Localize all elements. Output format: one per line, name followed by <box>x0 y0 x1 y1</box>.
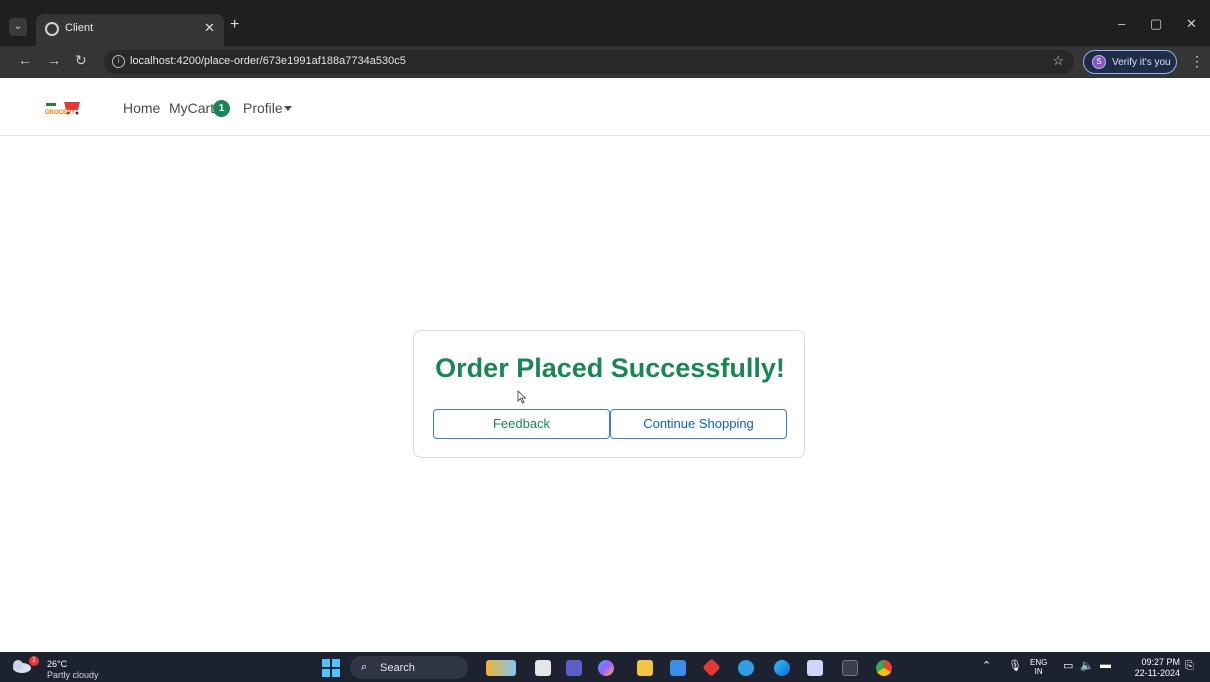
mouse-cursor-icon <box>517 390 527 404</box>
weather-alert-badge: 1 <box>29 656 39 666</box>
site-info-icon[interactable]: i <box>112 55 125 68</box>
task-view-icon[interactable] <box>535 660 551 676</box>
nav-mycart-link[interactable]: MyCart <box>169 100 214 116</box>
url-text: localhost:4200/place-order/673e1991af188… <box>130 55 406 67</box>
language-code: ENG <box>1030 658 1048 667</box>
back-arrow-icon[interactable]: ← <box>18 52 32 68</box>
reload-icon[interactable]: ↻ <box>75 52 87 69</box>
new-tab-plus-icon[interactable]: + <box>230 16 239 34</box>
network-icon[interactable]: ▭ <box>1063 659 1073 672</box>
cart-count-badge: 1 <box>213 100 230 117</box>
language-indicator[interactable]: ENG IN <box>1030 658 1047 676</box>
continue-shopping-button[interactable]: Continue Shopping <box>610 409 787 439</box>
feedback-button[interactable]: Feedback <box>433 409 610 439</box>
notification-bell-icon[interactable]: ⎘ <box>1185 660 1194 673</box>
browser-tab-strip: ⌄ Client ✕ + – ▢ ✕ <box>0 0 1210 46</box>
profile-avatar-icon: S <box>1092 55 1106 69</box>
teams-icon[interactable] <box>566 660 582 676</box>
taskbar-search-box[interactable]: ⌕ Search <box>350 656 468 679</box>
microphone-icon[interactable]: 🎙 <box>1008 659 1022 672</box>
show-hidden-icons-chevron-icon[interactable]: ⌃ <box>982 659 991 672</box>
tab-title: Client <box>65 22 94 34</box>
taskbar-search-label: Search <box>380 662 415 674</box>
bookmark-star-icon[interactable]: ☆ <box>1052 53 1064 69</box>
snipping-tool-icon[interactable] <box>807 660 823 676</box>
nav-profile-dropdown[interactable]: Profile <box>243 100 283 116</box>
windows-taskbar: 1 26°C Partly cloudy ⌕ Search ⌃ 🎙 ENG IN… <box>0 652 1210 682</box>
minimize-icon[interactable]: – <box>1118 16 1125 31</box>
app-navbar: GROCERY Home MyCart 1 Profile <box>0 78 1210 136</box>
ms-store-icon[interactable] <box>670 660 686 676</box>
browser-tab-client[interactable]: Client ✕ <box>36 14 224 46</box>
weather-condition-text: Partly cloudy <box>47 670 99 680</box>
address-bar[interactable]: i localhost:4200/place-order/673e1991af1… <box>104 50 1074 74</box>
grocery-logo[interactable]: GROCERY <box>44 101 82 117</box>
chrome-dev-icon[interactable] <box>738 660 754 676</box>
logo-text: GROCERY <box>45 110 75 116</box>
chrome-icon[interactable] <box>876 660 892 676</box>
clock-time: 09:27 PM <box>1141 657 1180 667</box>
widgets-icon[interactable] <box>486 660 516 676</box>
volume-icon[interactable]: 🔈 <box>1080 659 1094 672</box>
temperature-text: 26°C <box>47 659 68 669</box>
tab-search-icon[interactable]: ⌄ <box>9 18 27 36</box>
file-explorer-icon[interactable] <box>637 660 653 676</box>
copilot-icon[interactable] <box>598 660 614 676</box>
window-close-icon[interactable]: ✕ <box>1186 16 1197 32</box>
system-clock[interactable]: 09:27 PM 22-11-2024 <box>1128 657 1180 679</box>
close-icon[interactable]: ✕ <box>204 20 215 36</box>
screen: ⌄ Client ✕ + – ▢ ✕ ← → ↻ i localhost:420… <box>0 0 1210 682</box>
globe-icon <box>45 22 59 36</box>
battery-icon[interactable]: ▬ <box>1100 659 1111 671</box>
browser-toolbar: ← → ↻ i localhost:4200/place-order/673e1… <box>0 46 1210 78</box>
terminal-icon[interactable] <box>842 660 858 676</box>
forward-arrow-icon[interactable]: → <box>47 52 61 68</box>
verify-label: Verify it's you <box>1112 57 1171 68</box>
nav-home-link[interactable]: Home <box>123 100 160 116</box>
caret-down-icon[interactable] <box>284 106 292 111</box>
search-icon: ⌕ <box>361 661 368 673</box>
language-region: IN <box>1034 667 1043 676</box>
clock-date: 22-11-2024 <box>1134 668 1180 678</box>
verify-profile-button[interactable]: S Verify it's you <box>1083 50 1177 74</box>
browser-menu-icon[interactable]: ⋮ <box>1190 53 1204 70</box>
order-success-heading: Order Placed Successfully! <box>435 353 785 383</box>
restore-icon[interactable]: ▢ <box>1150 16 1162 32</box>
order-success-card: Order Placed Successfully! Feedback Cont… <box>413 330 805 458</box>
red-diamond-app-icon[interactable] <box>702 658 721 677</box>
edge-icon[interactable] <box>774 660 790 676</box>
windows-start-icon[interactable] <box>322 659 340 677</box>
